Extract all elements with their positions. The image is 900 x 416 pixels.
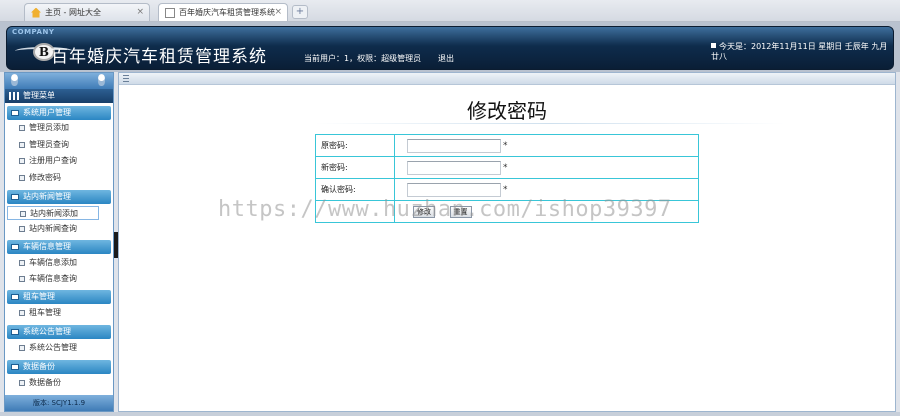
- sidebar-item-query-vehicle[interactable]: 车辆信息查询: [7, 272, 111, 286]
- watermark: https://www.huzhan.com/ishop39397: [218, 197, 672, 222]
- company-label: COMPANY: [12, 28, 55, 36]
- item-label: 数据备份: [29, 378, 61, 387]
- item-label: 修改密码: [29, 173, 61, 182]
- header-banner: COMPANY B 百年婚庆汽车租赁管理系统 当前用户：1，权限：超级管理员 退…: [6, 26, 894, 70]
- toolbar-icon: [123, 75, 129, 82]
- group-label: 系统公告管理: [23, 327, 71, 336]
- content-toolbar: [119, 73, 895, 85]
- folder-icon: [11, 329, 19, 335]
- new-tab-button[interactable]: +: [292, 5, 308, 19]
- page-icon: [19, 276, 25, 282]
- browser-tab-app[interactable]: 百年婚庆汽车租赁管理系统 ×: [158, 3, 288, 21]
- status-strip: [0, 412, 900, 416]
- sidebar-item-backup[interactable]: 数据备份: [7, 376, 111, 390]
- form-row-old: 原密码: *: [315, 134, 699, 157]
- sidebar-item-query-news[interactable]: 站内新闻查询: [7, 222, 111, 236]
- browser-tab-strip: 主页 - 网址大全 × 百年婚庆汽车租赁管理系统 × +: [0, 0, 900, 22]
- version-label: 版本: SCJY1.1.9: [5, 395, 113, 411]
- sidebar-item-change-password[interactable]: 修改密码: [7, 171, 111, 185]
- confirm-password-input[interactable]: [407, 182, 501, 197]
- sidebar-group-backup[interactable]: 数据备份: [7, 360, 111, 374]
- item-label: 系统公告管理: [29, 343, 77, 352]
- current-user-info: 当前用户：1，权限：超级管理员: [304, 54, 422, 63]
- folder-icon: [11, 244, 19, 250]
- folder-icon: [11, 194, 19, 200]
- sidebar-item-query-users[interactable]: 注册用户查询: [7, 154, 111, 168]
- group-label: 系统用户管理: [23, 108, 71, 117]
- app-title: 百年婚庆汽车租赁管理系统: [51, 47, 267, 67]
- required-mark: *: [503, 140, 508, 151]
- group-label: 租车管理: [23, 292, 55, 301]
- page-icon: [20, 211, 26, 217]
- sidebar-group-notice[interactable]: 系统公告管理: [7, 325, 111, 339]
- group-label: 车辆信息管理: [23, 242, 71, 251]
- date-text: 今天是：2012年11月11日 星期日 壬辰年 九月廿八: [711, 42, 888, 61]
- menu-title-label: 管理菜单: [23, 91, 55, 100]
- sidebar-top-bar: [5, 73, 113, 89]
- tab-label: 百年婚庆汽车租赁管理系统: [179, 8, 275, 17]
- page-icon: [19, 142, 25, 148]
- page-title: 修改密码: [467, 99, 547, 123]
- item-label: 车辆信息查询: [29, 274, 77, 283]
- tab-label: 主页 - 网址大全: [45, 8, 101, 17]
- page-icon: [19, 158, 25, 164]
- new-password-input[interactable]: [407, 160, 501, 175]
- page-icon: [19, 380, 25, 386]
- sidebar-item-query-admin[interactable]: 管理员查询: [7, 138, 111, 152]
- sidebar-item-add-news[interactable]: 站内新闻添加: [7, 206, 99, 220]
- close-icon[interactable]: ×: [274, 7, 282, 17]
- sidebar-item-add-vehicle[interactable]: 车辆信息添加: [7, 256, 111, 270]
- folder-icon: [11, 110, 19, 116]
- sidebar-group-rental[interactable]: 租车管理: [7, 290, 111, 304]
- sidebar-group-user[interactable]: 系统用户管理: [7, 106, 111, 120]
- logout-link[interactable]: 退出: [438, 53, 454, 64]
- page-icon: [19, 310, 25, 316]
- page-icon: [19, 226, 25, 232]
- new-password-cell: *: [394, 156, 699, 179]
- sidebar-group-vehicle[interactable]: 车辆信息管理: [7, 240, 111, 254]
- item-label: 站内新闻添加: [30, 209, 78, 218]
- group-label: 站内新闻管理: [23, 192, 71, 201]
- item-label: 站内新闻查询: [29, 224, 77, 233]
- sidebar-item-rental[interactable]: 租车管理: [7, 306, 111, 320]
- item-label: 注册用户查询: [29, 156, 77, 165]
- pin-icon: [98, 74, 105, 86]
- folder-icon: [11, 364, 19, 370]
- old-password-label: 原密码:: [315, 134, 395, 157]
- item-label: 租车管理: [29, 308, 61, 317]
- sidebar-item-notice[interactable]: 系统公告管理: [7, 341, 111, 355]
- new-password-label: 新密码:: [315, 156, 395, 179]
- divider: [315, 123, 785, 124]
- menu-title: 管理菜单: [5, 89, 113, 103]
- form-row-new: 新密码: *: [315, 156, 699, 179]
- menu-icon: [9, 92, 19, 100]
- page-icon: [19, 175, 25, 181]
- sidebar: 管理菜单 系统用户管理 管理员添加 管理员查询 注册用户查询 修改密码 站内新闻…: [4, 72, 114, 412]
- group-label: 数据备份: [23, 362, 55, 371]
- page-icon: [19, 345, 25, 351]
- required-mark: *: [503, 162, 508, 173]
- main-content: 修改密码 原密码: * 新密码: * 确认密码: * 修改 重置: [118, 72, 896, 412]
- square-icon: [711, 43, 716, 48]
- date-info: 今天是：2012年11月11日 星期日 壬辰年 九月廿八: [711, 42, 893, 62]
- required-mark: *: [503, 184, 508, 195]
- close-icon[interactable]: ×: [136, 7, 144, 17]
- item-label: 管理员查询: [29, 140, 69, 149]
- item-label: 管理员添加: [29, 123, 69, 132]
- page-icon: [19, 260, 25, 266]
- item-label: 车辆信息添加: [29, 258, 77, 267]
- sidebar-item-add-admin[interactable]: 管理员添加: [7, 121, 111, 135]
- sidebar-group-news[interactable]: 站内新闻管理: [7, 190, 111, 204]
- home-icon: [31, 7, 41, 18]
- old-password-cell: *: [394, 134, 699, 157]
- pin-icon: [11, 74, 18, 86]
- folder-icon: [11, 294, 19, 300]
- page-icon: [165, 7, 175, 18]
- browser-tab-home[interactable]: 主页 - 网址大全 ×: [24, 3, 150, 21]
- app-header: COMPANY B 百年婚庆汽车租赁管理系统 当前用户：1，权限：超级管理员 退…: [0, 22, 900, 72]
- page-icon: [19, 125, 25, 131]
- old-password-input[interactable]: [407, 138, 501, 153]
